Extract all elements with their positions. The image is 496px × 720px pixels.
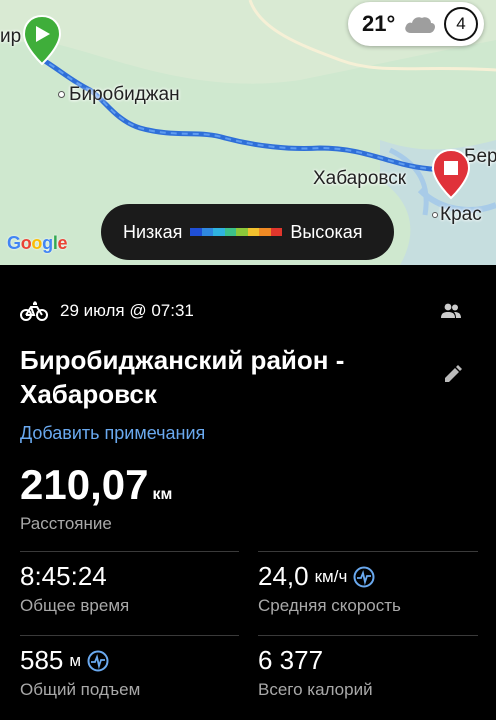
weather-widget[interactable]: 21° 4 — [348, 2, 484, 46]
legend-low-label: Низкая — [123, 221, 183, 242]
city-label-khabarovsk: Хабаровск — [313, 168, 407, 189]
stat-value: 6 377 — [258, 645, 324, 675]
compass-icon[interactable]: 4 — [444, 7, 478, 41]
divider — [258, 551, 478, 552]
stat-label: Средняя скорость — [258, 596, 401, 615]
divider — [258, 635, 478, 636]
cloud-icon — [405, 17, 436, 33]
city-label-bir: ир — [0, 26, 22, 47]
stat-label: Всего калорий — [258, 680, 373, 699]
stat-unit: км/ч — [314, 566, 348, 586]
legend-high-label: Высокая — [290, 221, 363, 242]
people-icon[interactable] — [440, 303, 462, 319]
activity-title: Биробиджанский район - Хабаровск — [20, 345, 345, 409]
activity-header: 29 июля @ 07:31 — [20, 301, 194, 321]
pulse-icon[interactable] — [353, 566, 375, 588]
pulse-icon[interactable] — [87, 650, 109, 672]
distance-unit: км — [152, 486, 173, 503]
stat-label: Общее время — [20, 596, 130, 615]
stat-elevation: 585 м Общий подъем — [20, 645, 140, 700]
temperature: 21° — [362, 11, 396, 36]
city-name: Биробиджан — [69, 84, 180, 105]
edit-pencil-icon[interactable] — [442, 365, 462, 385]
google-logo: Google — [7, 233, 68, 253]
add-note-link[interactable]: Добавить примечания — [20, 423, 205, 444]
divider — [20, 551, 239, 552]
end-marker[interactable] — [431, 148, 471, 200]
distance-value: 210,07 км — [20, 461, 172, 509]
city-name: Крас — [440, 204, 482, 225]
start-marker[interactable] — [22, 14, 62, 66]
distance-number: 210,07 — [20, 461, 149, 508]
route-map[interactable]: ир Биробиджан Хабаровск Бер Крас 21° 4 G… — [0, 0, 496, 265]
city-label-kras: Крас — [432, 204, 482, 226]
stat-avg-speed: 24,0 км/ч Средняя скорость — [258, 561, 401, 616]
distance-label: Расстояние — [20, 514, 112, 533]
stat-label: Общий подъем — [20, 680, 141, 699]
stat-calories: 6 377 Всего калорий — [258, 645, 373, 700]
legend-gradient-bar — [190, 228, 283, 236]
bicycle-icon — [20, 301, 48, 321]
activity-date: 29 июля @ 07:31 — [60, 301, 194, 320]
stat-total-time: 8:45:24 Общее время — [20, 561, 129, 616]
stat-value: 8:45:24 — [20, 561, 107, 591]
divider — [20, 635, 239, 636]
stat-unit: м — [69, 650, 82, 670]
city-dot-icon — [432, 211, 438, 218]
city-dot-icon — [58, 91, 65, 99]
activity-details: 29 июля @ 07:31 Биробиджанский район - Х… — [0, 265, 496, 720]
stat-value: 24,0 — [258, 561, 309, 591]
speed-legend: Низкая Высокая — [101, 204, 394, 260]
city-label-birobidzhan: Биробиджан — [58, 84, 180, 106]
stat-value: 585 — [20, 645, 64, 675]
